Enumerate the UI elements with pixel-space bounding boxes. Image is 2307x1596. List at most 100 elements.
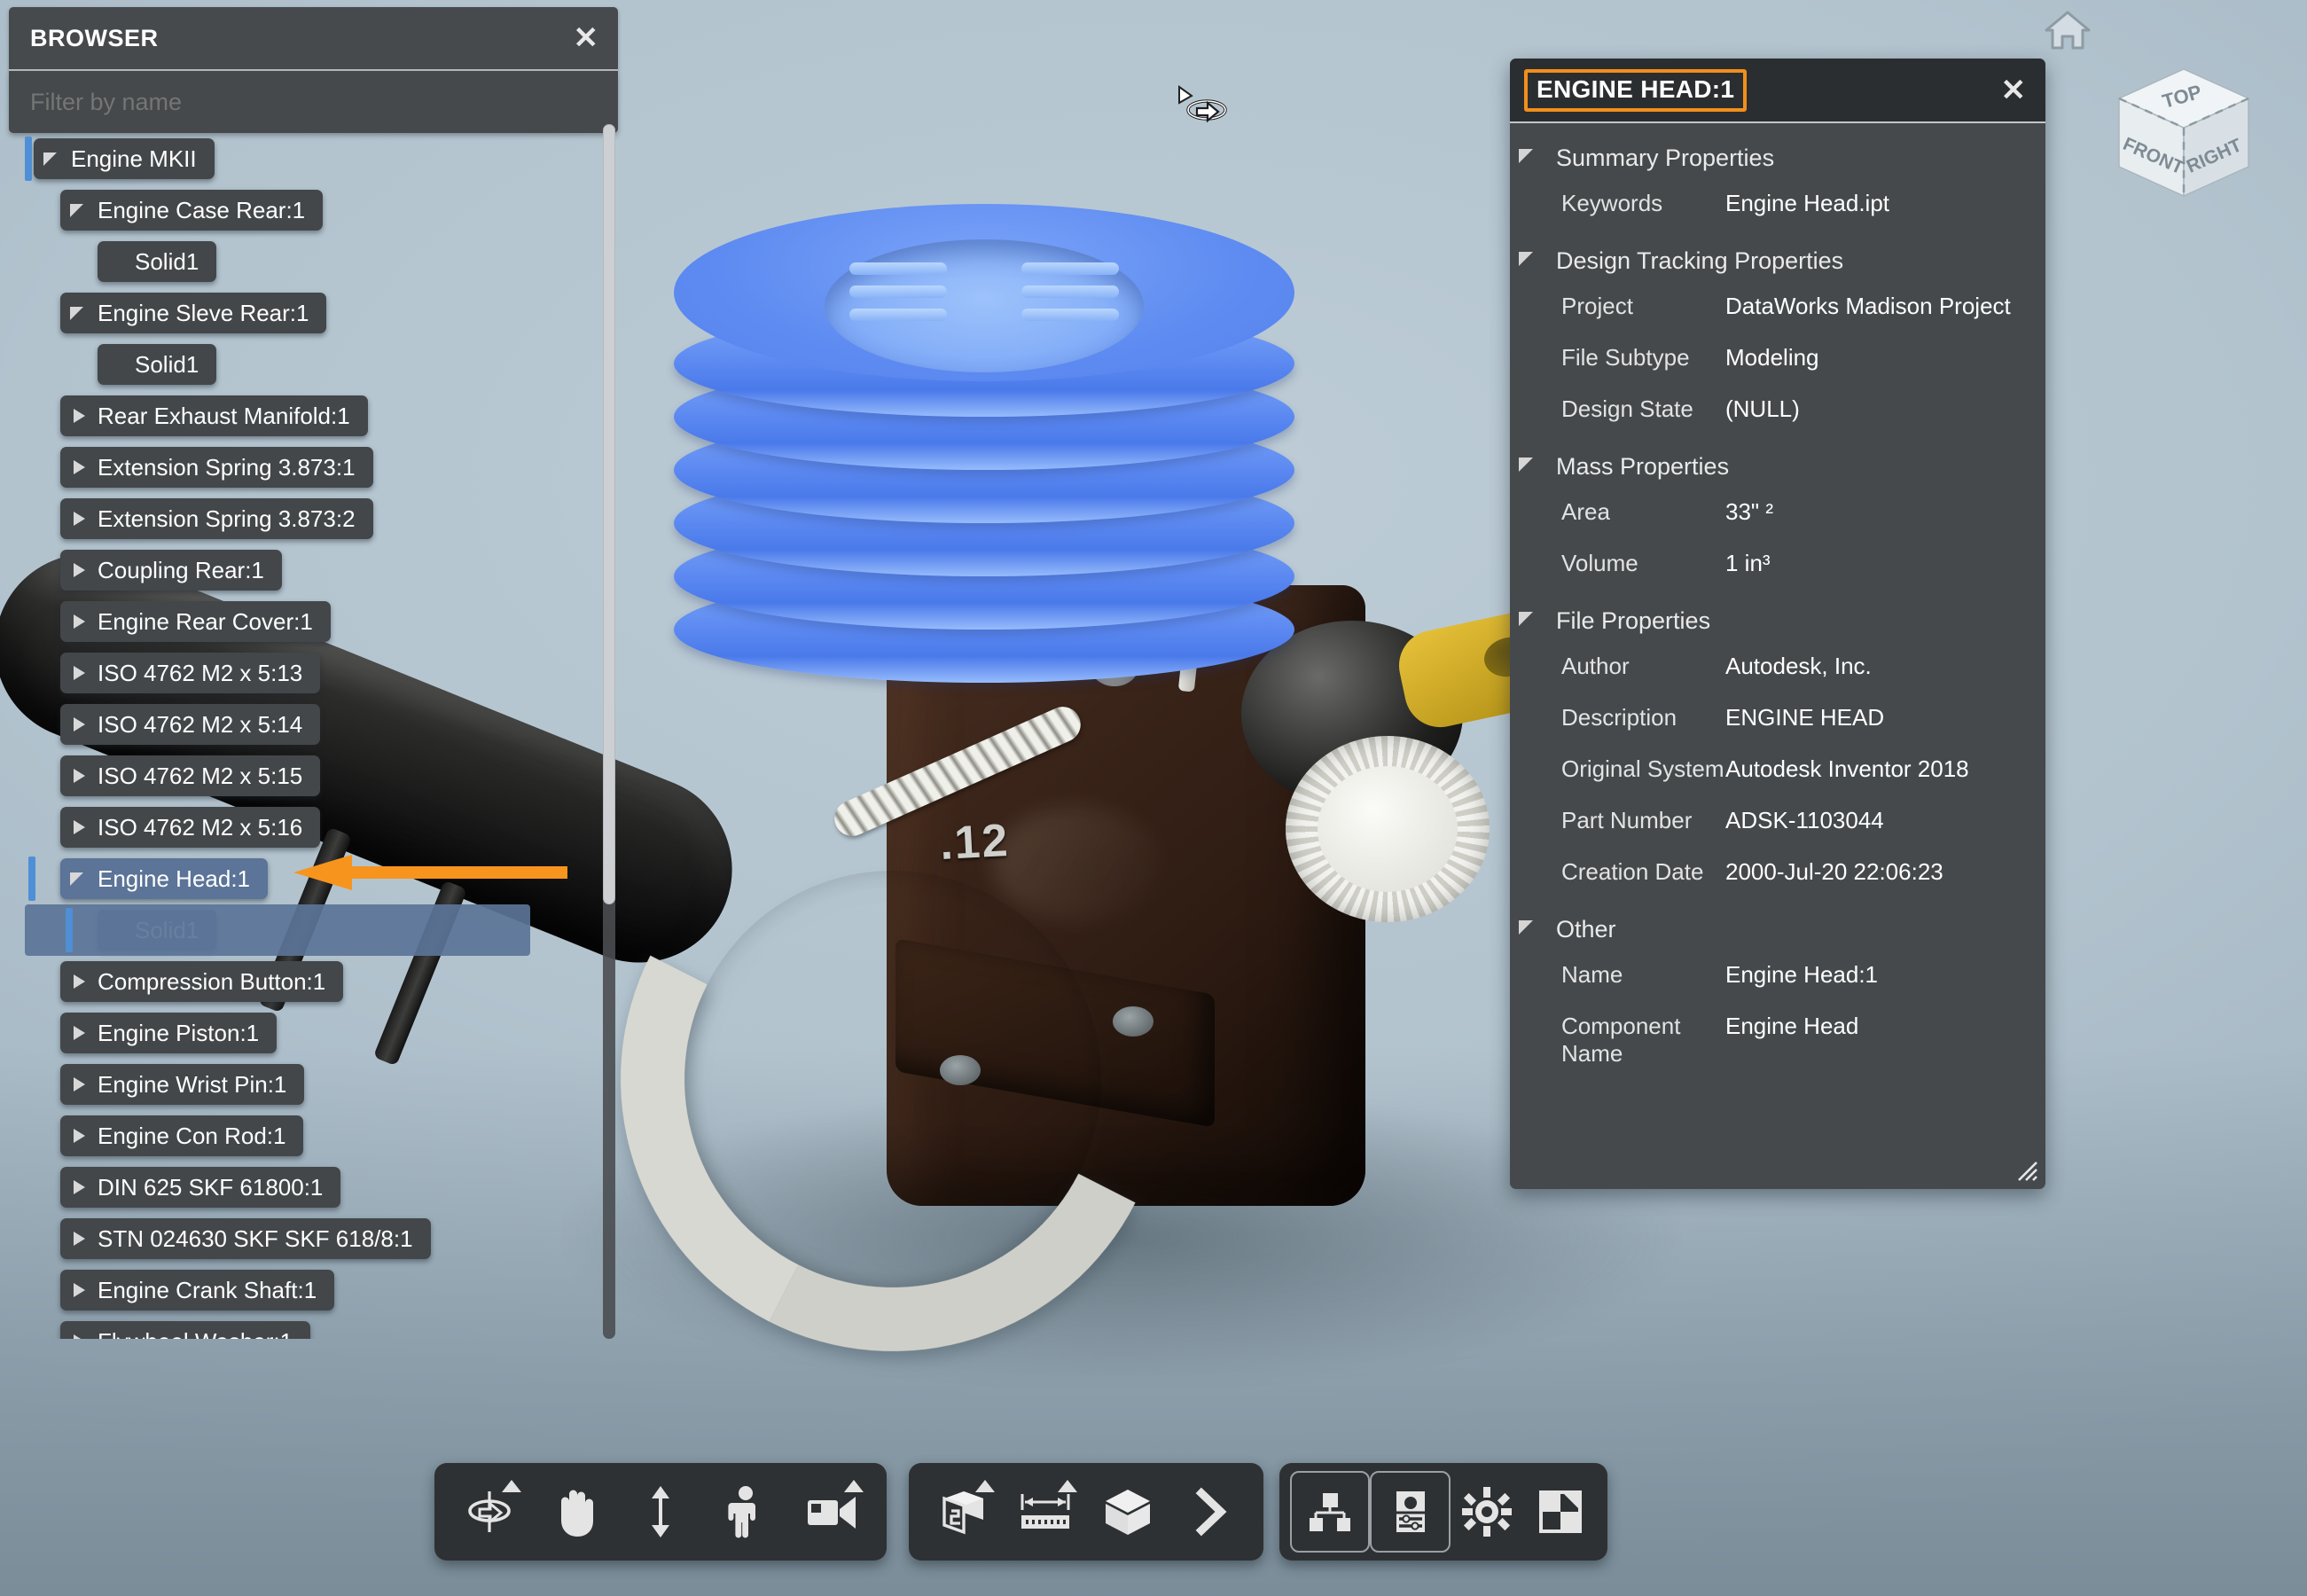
caret-icon[interactable] — [974, 1480, 995, 1492]
chevron-down-icon[interactable] — [1519, 919, 1540, 940]
tree-item[interactable]: Solid1 — [98, 241, 217, 282]
tree-row[interactable]: Rear Exhaust Manifold:1 — [9, 390, 647, 442]
caret-icon[interactable] — [1057, 1480, 1077, 1492]
property-group-header[interactable]: Design Tracking Properties — [1510, 235, 2045, 286]
tree-row[interactable]: ISO 4762 M2 x 5:16 — [9, 802, 647, 853]
chevron-right-icon[interactable] — [69, 560, 89, 580]
chevron-down-icon[interactable] — [69, 869, 89, 888]
engine-head-highlighted[interactable] — [674, 204, 1294, 700]
chevron-right-icon[interactable] — [69, 766, 89, 786]
tree-item[interactable]: ISO 4762 M2 x 5:14 — [60, 704, 321, 745]
chevron-right-icon[interactable] — [69, 1332, 89, 1339]
chevron-down-icon[interactable] — [69, 200, 89, 220]
tree-item[interactable]: Engine Case Rear:1 — [60, 190, 324, 231]
tree-item[interactable]: Engine Rear Cover:1 — [60, 601, 331, 642]
gear-icon[interactable] — [1451, 1475, 1524, 1549]
chevron-right-icon[interactable] — [69, 612, 89, 631]
close-icon[interactable]: ✕ — [2001, 75, 2027, 106]
tree-item[interactable]: Extension Spring 3.873:1 — [60, 447, 373, 488]
tree-row[interactable]: ISO 4762 M2 x 5:13 — [9, 647, 647, 699]
property-group-header[interactable]: Mass Properties — [1510, 441, 2045, 492]
tree-row[interactable]: Coupling Rear:1 — [9, 544, 647, 596]
grid-ruler-icon[interactable] — [1008, 1475, 1083, 1549]
tree-item[interactable]: Engine MKII — [34, 138, 215, 179]
tree-row[interactable]: ISO 4762 M2 x 5:15 — [9, 750, 647, 802]
tree-row[interactable]: Engine Rear Cover:1 — [9, 596, 647, 647]
engine-model-3d[interactable]: .12 — [0, 204, 1676, 1428]
chevron-right-icon[interactable] — [69, 509, 89, 528]
tree-item[interactable]: STN 024630 SKF SKF 618/8:1 — [60, 1218, 431, 1259]
tree-row[interactable]: Extension Spring 3.873:2 — [9, 493, 647, 544]
tree-item[interactable]: Solid1 — [98, 344, 217, 385]
tree-row[interactable]: Compression Button:1 — [9, 956, 647, 1007]
properties-panel-icon[interactable] — [1370, 1471, 1451, 1553]
tree-item[interactable]: Flywheel Washer:1 — [60, 1321, 311, 1339]
pan-hand-icon[interactable] — [538, 1475, 613, 1549]
chevron-right-icon[interactable] — [69, 715, 89, 734]
tree-row[interactable]: Engine Con Rod:1 — [9, 1110, 647, 1162]
resize-handle-icon[interactable] — [2015, 1159, 2038, 1182]
chevron-right-icon[interactable] — [69, 663, 89, 683]
walk-person-icon[interactable] — [708, 1475, 783, 1549]
tree-row[interactable]: Flywheel Washer:1 — [9, 1316, 647, 1339]
tree-row[interactable]: Engine Wrist Pin:1 — [9, 1059, 647, 1110]
tree-item[interactable]: Rear Exhaust Manifold:1 — [60, 395, 368, 436]
tree-row[interactable]: Engine Crank Shaft:1 — [9, 1264, 647, 1316]
tree-item[interactable]: DIN 625 SKF 61800:1 — [60, 1167, 341, 1208]
chevron-right-icon[interactable] — [69, 406, 89, 426]
browser-tree[interactable]: Engine MKII Engine Case Rear:1 Solid1 Engin… — [9, 133, 647, 1339]
caret-icon[interactable] — [502, 1480, 522, 1492]
tree-item[interactable]: Compression Button:1 — [60, 961, 344, 1002]
chevron-down-icon[interactable] — [1519, 250, 1540, 271]
chevron-right-icon[interactable] — [69, 1280, 89, 1300]
tree-row[interactable]: Solid1 — [9, 904, 647, 956]
tree-row[interactable]: DIN 625 SKF 61800:1 — [9, 1162, 647, 1213]
chevron-down-icon[interactable] — [69, 303, 89, 323]
tree-row[interactable]: STN 024630 SKF SKF 618/8:1 — [9, 1213, 647, 1264]
orbit-icon[interactable] — [452, 1475, 527, 1549]
tree-row[interactable]: Engine Piston:1 — [9, 1007, 647, 1059]
tree-item[interactable]: Engine Head:1 — [60, 858, 269, 899]
tree-item[interactable]: ISO 4762 M2 x 5:13 — [60, 653, 321, 693]
chevron-right-icon[interactable] — [1173, 1475, 1247, 1549]
tree-item[interactable]: Coupling Rear:1 — [60, 550, 282, 591]
model-hierarchy-icon[interactable] — [1290, 1471, 1371, 1553]
tree-item[interactable]: ISO 4762 M2 x 5:15 — [60, 755, 321, 796]
tree-item[interactable]: Engine Wrist Pin:1 — [60, 1064, 305, 1105]
chevron-right-icon[interactable] — [69, 1126, 89, 1146]
home-icon[interactable] — [2043, 7, 2092, 53]
tree-row[interactable]: Solid1 — [9, 339, 647, 390]
property-group-header[interactable]: File Properties — [1510, 595, 2045, 646]
filter-input[interactable] — [28, 87, 598, 117]
camera-icon[interactable] — [794, 1475, 869, 1549]
chevron-right-icon[interactable] — [69, 1075, 89, 1094]
browser-filter-row[interactable] — [9, 71, 618, 133]
fullscreen-icon[interactable] — [1523, 1475, 1597, 1549]
chevron-right-icon[interactable] — [69, 1023, 89, 1043]
tree-item[interactable]: Engine Con Rod:1 — [60, 1115, 304, 1156]
property-group-header[interactable]: Summary Properties — [1510, 132, 2045, 184]
tree-row[interactable]: Solid1 — [9, 236, 647, 287]
cube-icon[interactable] — [1091, 1475, 1165, 1549]
tree-row[interactable]: ISO 4762 M2 x 5:14 — [9, 699, 647, 750]
chevron-right-icon[interactable] — [69, 1229, 89, 1248]
tree-row[interactable]: Engine Sleve Rear:1 — [9, 287, 647, 339]
tree-scrollbar[interactable] — [603, 124, 615, 1339]
visual-style-box-icon[interactable] — [926, 1475, 1000, 1549]
chevron-right-icon[interactable] — [69, 972, 89, 991]
tree-row[interactable]: Extension Spring 3.873:1 — [9, 442, 647, 493]
chevron-down-icon[interactable] — [1519, 610, 1540, 631]
tree-row[interactable]: Engine Case Rear:1 — [9, 184, 647, 236]
view-cube[interactable]: TOP FRONT RIGHT — [2101, 59, 2266, 223]
caret-icon[interactable] — [843, 1480, 864, 1492]
tree-row[interactable]: Engine MKII — [9, 133, 647, 184]
property-group-header[interactable]: Other — [1510, 904, 2045, 955]
chevron-down-icon[interactable] — [43, 149, 62, 168]
tree-item[interactable]: ISO 4762 M2 x 5:16 — [60, 807, 321, 848]
tree-item[interactable]: Engine Piston:1 — [60, 1013, 278, 1053]
chevron-right-icon[interactable] — [69, 818, 89, 837]
chevron-right-icon[interactable] — [69, 1177, 89, 1197]
zoom-updown-icon[interactable] — [623, 1475, 698, 1549]
tree-item[interactable]: Engine Crank Shaft:1 — [60, 1270, 335, 1310]
tree-row[interactable]: Engine Head:1 — [9, 853, 647, 904]
